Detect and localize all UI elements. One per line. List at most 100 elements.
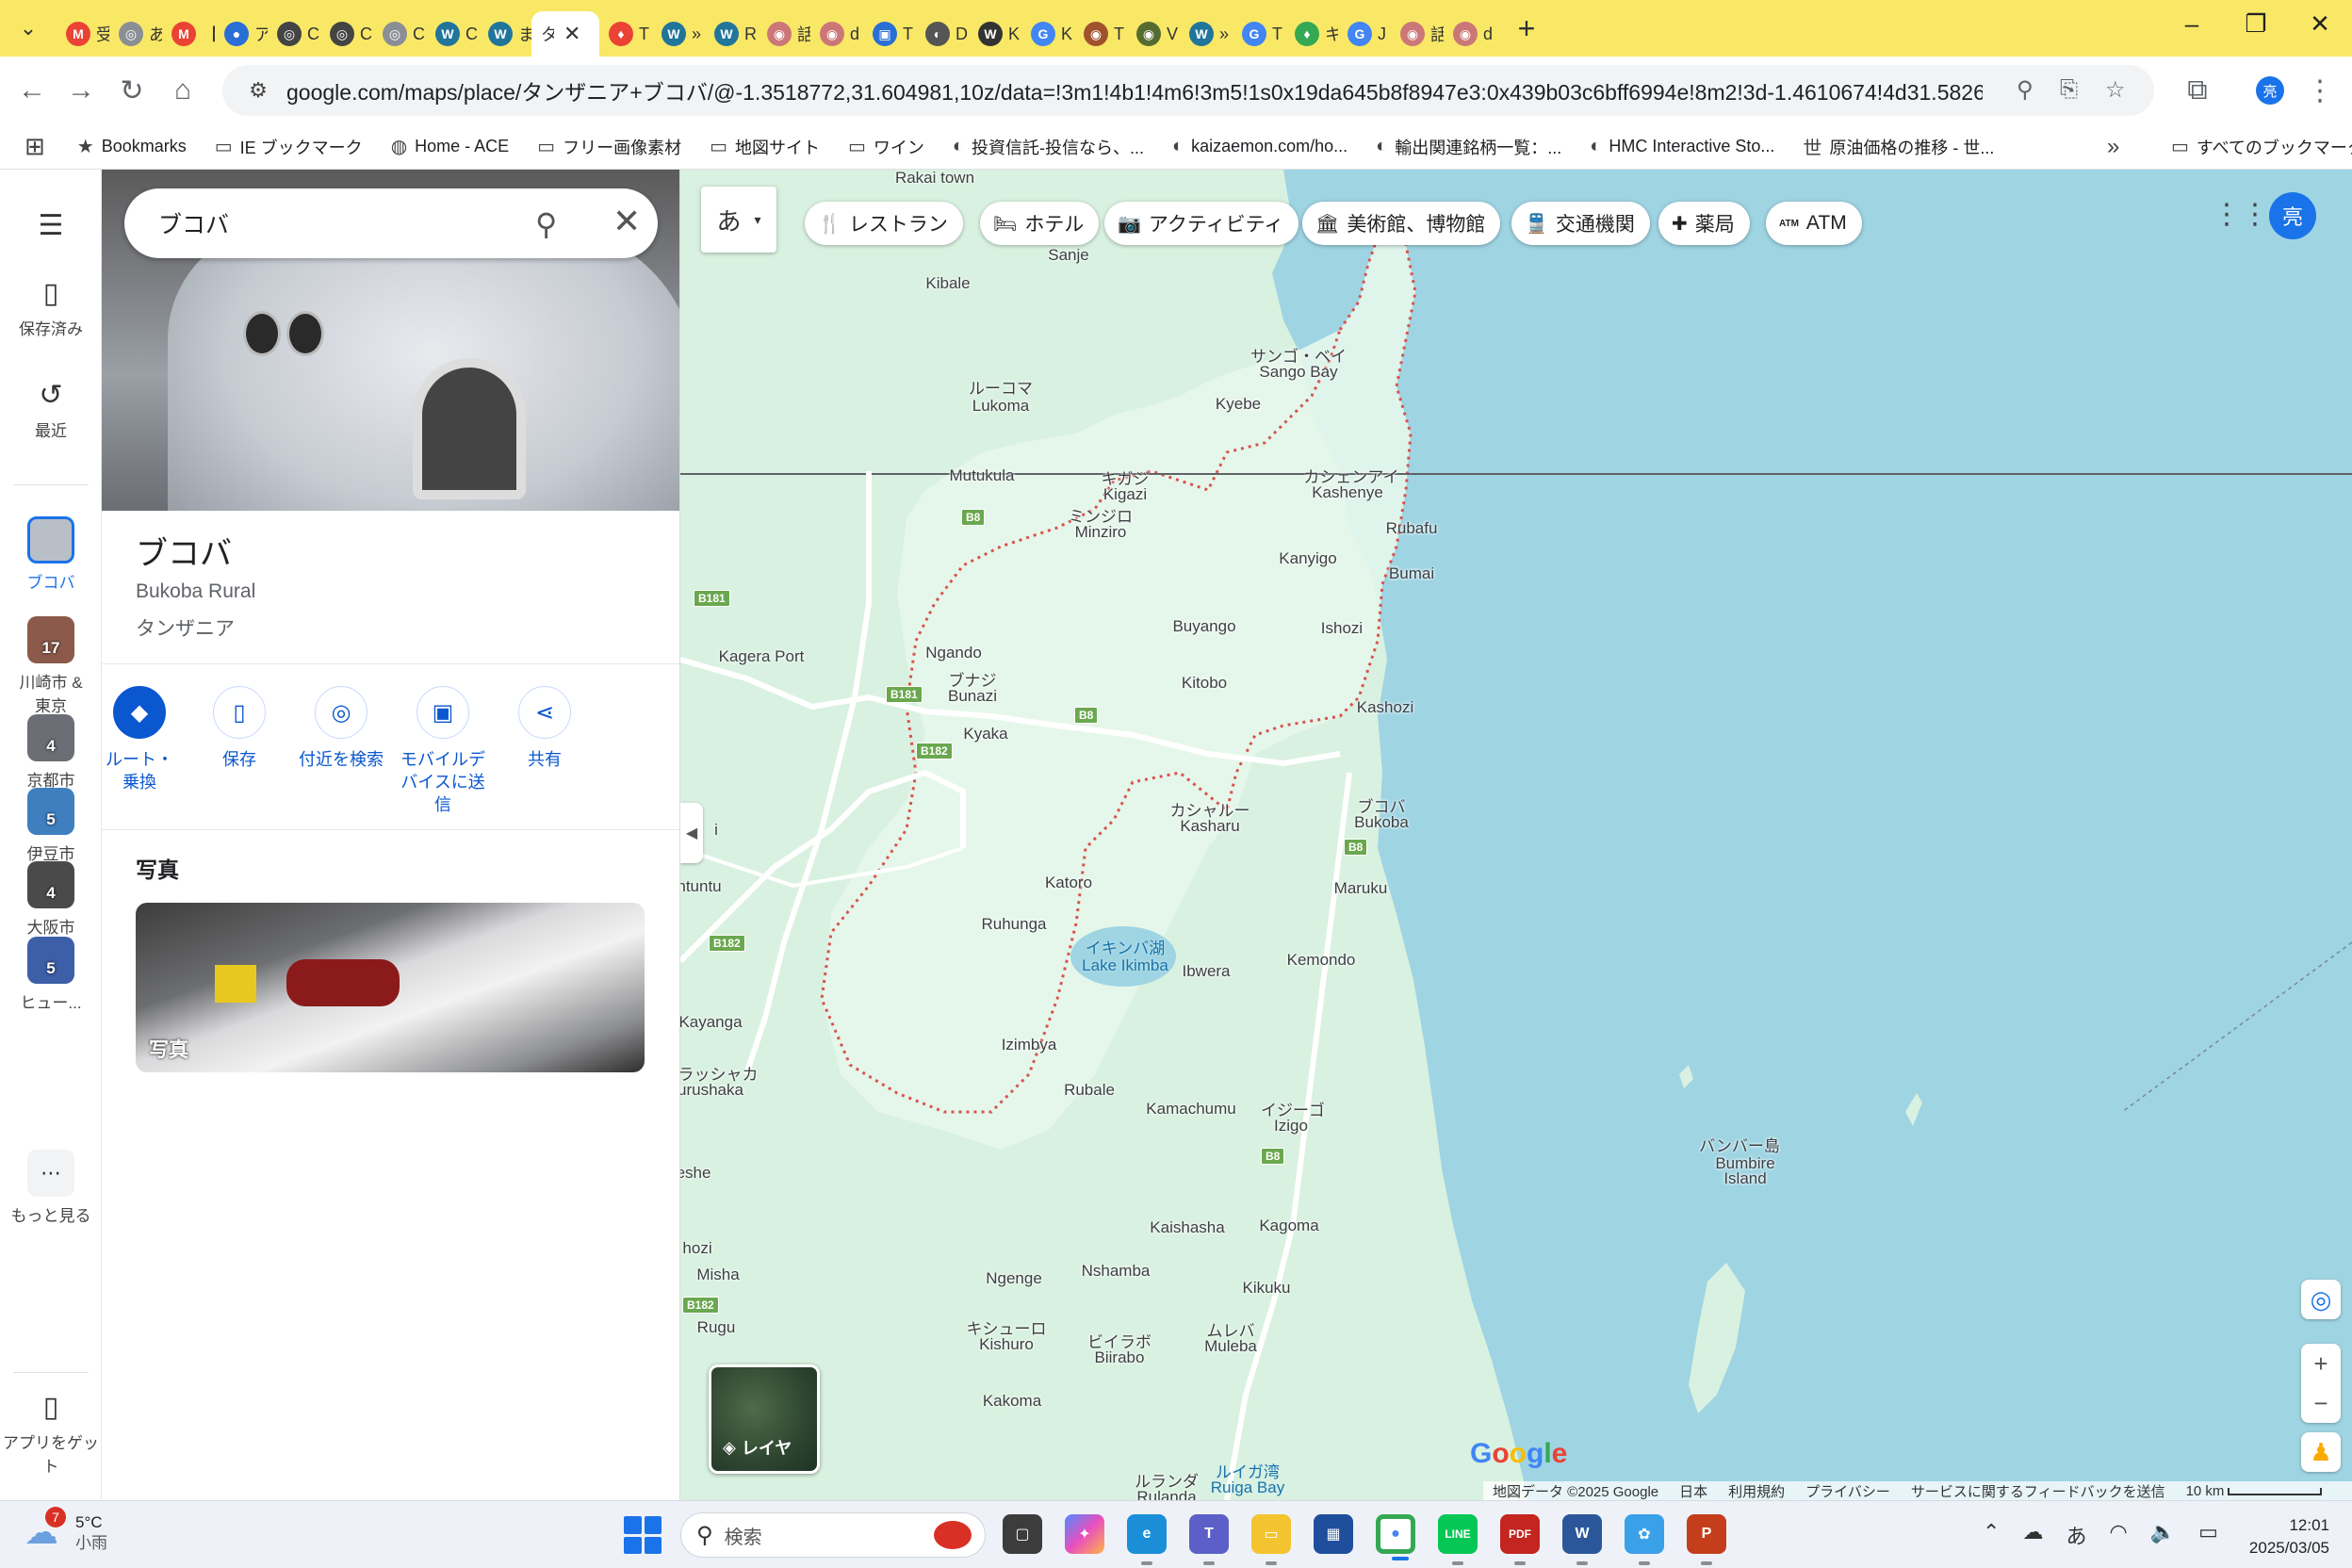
zoom-in-button[interactable]: + xyxy=(2301,1344,2341,1383)
directions-button[interactable]: ◆ ルート・乗換 xyxy=(102,686,187,793)
map-label-ishozi[interactable]: Ishozi xyxy=(1321,620,1363,637)
map-label-kashenye[interactable]: Kashenye xyxy=(1312,484,1383,501)
bookmark-item[interactable]: ◐ HMC Interactive Sto... xyxy=(1590,136,1774,157)
bookmark-item[interactable]: ▭ フリー画像素材 xyxy=(537,135,681,159)
map-label-bunazi[interactable]: Bunazi xyxy=(948,688,997,705)
browser-menu-icon[interactable]: ⋮ xyxy=(2299,70,2341,111)
map-label-kishuro[interactable]: Kishuro xyxy=(979,1336,1034,1353)
map-label-kyaka[interactable]: Kyaka xyxy=(963,726,1007,743)
bookmark-item[interactable]: ▭ ワイン xyxy=(848,135,924,159)
rail-current-place[interactable]: ブコバ xyxy=(0,516,102,593)
map-label-kasharu[interactable]: Kasharu xyxy=(1180,818,1239,835)
ime-indicator[interactable]: あ xyxy=(2066,1520,2086,1550)
more-button[interactable]: ⋯ もっと見る xyxy=(0,1150,102,1226)
map-label-biirabo[interactable]: Biirabo xyxy=(1095,1349,1145,1366)
map-label-eshe[interactable]: eshe xyxy=(680,1165,710,1182)
map-label-kayanga[interactable]: Kayanga xyxy=(680,1014,743,1031)
chevron-up-icon[interactable]: ⌃ xyxy=(1983,1520,2000,1550)
map-label-izigo[interactable]: Izigo xyxy=(1274,1118,1308,1135)
map-label-bukoba[interactable]: Bukoba xyxy=(1354,814,1409,831)
share-button[interactable]: ⋖ 共有 xyxy=(498,686,592,771)
input-tools-button[interactable]: あ ▾ xyxy=(701,187,776,253)
app-icon[interactable]: ✿ xyxy=(1625,1514,1664,1565)
map-label-kaishasha[interactable]: Kaishasha xyxy=(1150,1219,1224,1236)
collapse-panel-button[interactable]: ◀ xyxy=(680,803,703,863)
map-label-muleba[interactable]: Muleba xyxy=(1204,1338,1257,1355)
rail-history-item[interactable]: 4 京都市 xyxy=(0,714,102,791)
extensions-icon[interactable]: ⧉ xyxy=(2177,70,2218,111)
map-label-kemondo[interactable]: Kemondo xyxy=(1287,952,1356,969)
search-icon[interactable]: ⚲ xyxy=(535,206,557,242)
map-label-kigazi[interactable]: Kigazi xyxy=(1103,486,1147,503)
reload-icon[interactable]: ↻ xyxy=(111,70,153,111)
map-label-bumai[interactable]: Bumai xyxy=(1389,565,1434,582)
map-label-kashozi[interactable]: Kashozi xyxy=(1357,699,1413,716)
bookmark-item[interactable]: 世原油価格の推移 - 世... xyxy=(1803,133,1994,160)
browser-tab[interactable]: WR xyxy=(705,11,758,57)
map-label-rulanda[interactable]: Rulanda xyxy=(1136,1489,1196,1501)
browser-tab[interactable]: ♦ T xyxy=(599,11,652,57)
bookmark-item[interactable]: ◍ Home - ACE xyxy=(391,135,509,158)
map-label-kakoma[interactable]: Kakoma xyxy=(983,1393,1041,1410)
map-label-katoro[interactable]: Katoro xyxy=(1045,874,1092,891)
browser-tab[interactable]: GK xyxy=(1021,11,1074,57)
browser-tab[interactable]: タ ✕ xyxy=(531,11,599,57)
map-label-island[interactable]: Island xyxy=(1723,1170,1766,1187)
browser-tab[interactable]: Wま xyxy=(479,11,531,57)
map-label-lukoma[interactable]: Lukoma xyxy=(972,398,1029,415)
map-label-rakai[interactable]: Rakai town xyxy=(895,170,974,187)
chip-hotel[interactable]: 🛏 ホテル xyxy=(980,202,1100,245)
weather-widget[interactable]: ☁ 7 5°C 小雨 xyxy=(24,1507,107,1554)
nearby-button[interactable]: ◎ 付近を検索 xyxy=(294,686,388,771)
chip-transit[interactable]: 🚆 交通機関 xyxy=(1511,202,1650,245)
photo-card[interactable]: 写真 xyxy=(136,903,645,1072)
profile-avatar[interactable]: 亮 xyxy=(2256,76,2284,105)
task-view-icon[interactable]: ▢ xyxy=(1003,1514,1042,1554)
map-label-kagera-port[interactable]: Kagera Port xyxy=(719,648,805,665)
start-button[interactable] xyxy=(624,1516,662,1554)
window-close-icon[interactable]: ✕ xyxy=(2292,9,2348,39)
map-label-kagoma[interactable]: Kagoma xyxy=(1259,1217,1318,1234)
bookmark-item[interactable]: ★ Bookmarks xyxy=(77,135,187,158)
map-label-nshamba[interactable]: Nshamba xyxy=(1082,1263,1151,1280)
map-label-ngando[interactable]: Ngando xyxy=(925,645,982,662)
minimize-icon[interactable]: – xyxy=(2164,9,2220,39)
map-label-ikimba[interactable]: Lake Ikimba xyxy=(1082,957,1168,974)
line-icon[interactable]: LINE xyxy=(1438,1514,1478,1565)
chip-restaurant[interactable]: 🍴 レストラン xyxy=(805,202,963,245)
copilot-icon[interactable]: ✦ xyxy=(1065,1514,1104,1554)
tab-close-icon[interactable]: ✕ xyxy=(564,22,580,46)
browser-tab[interactable]: ◉ V xyxy=(1127,11,1180,57)
privacy-link[interactable]: プライバシー xyxy=(1805,1481,1890,1501)
map-label-kanyigo[interactable]: Kanyigo xyxy=(1279,550,1336,567)
browser-tab[interactable]: ◉ 話 xyxy=(1391,11,1444,57)
layers-button[interactable]: ◈ レイヤ xyxy=(709,1364,820,1474)
map-label-sango-bay[interactable]: Sango Bay xyxy=(1259,364,1337,381)
browser-tab[interactable]: ◉ d xyxy=(810,11,863,57)
bookmark-item[interactable]: ▭ 地図サイト xyxy=(710,135,820,159)
more-bookmarks-icon[interactable]: » xyxy=(2107,134,2119,160)
browser-tab[interactable]: GJ xyxy=(1338,11,1391,57)
map-label-ibwera[interactable]: Ibwera xyxy=(1182,963,1230,980)
bookmark-item[interactable]: ◐ kaizaemon.com/ho... xyxy=(1172,136,1348,157)
browser-tab[interactable]: M受 xyxy=(57,11,109,57)
pegman-button[interactable]: ♟ xyxy=(2301,1432,2341,1472)
browser-tab[interactable]: ● ア xyxy=(215,11,268,57)
location-icon[interactable]: ⚲ xyxy=(2017,76,2034,104)
install-app-icon[interactable]: ⎘ xyxy=(2060,76,2078,103)
browser-tab[interactable]: M【 xyxy=(162,11,215,57)
clock[interactable]: 12:01 2025/03/05 xyxy=(2239,1514,2329,1560)
browser-tab[interactable]: ◎ C xyxy=(268,11,320,57)
tab-search-menu-icon[interactable]: ⌄ xyxy=(8,8,49,49)
edge-icon[interactable]: e xyxy=(1127,1514,1167,1565)
map-canvas[interactable]: Rakai town Sanje Kibale サンゴ・ベイ Sango Bay ルーコマ… xyxy=(680,170,2352,1500)
get-app-button[interactable]: ▯ アプリをゲット xyxy=(0,1391,102,1477)
map-label-kikuku[interactable]: Kikuku xyxy=(1242,1280,1290,1297)
taskbar-search[interactable]: ⚲ 検索 xyxy=(680,1512,986,1558)
chip-camera[interactable]: 📷 アクティビティ xyxy=(1104,202,1299,245)
browser-tab[interactable]: ◎ C xyxy=(373,11,426,57)
map-label-misha[interactable]: Misha xyxy=(696,1266,739,1283)
site-info-icon[interactable]: ⚙ xyxy=(239,78,277,103)
send-to-phone-button[interactable]: ▣ モバイルデバイスに送信 xyxy=(396,686,490,816)
new-tab-icon[interactable]: + xyxy=(1508,11,1545,46)
